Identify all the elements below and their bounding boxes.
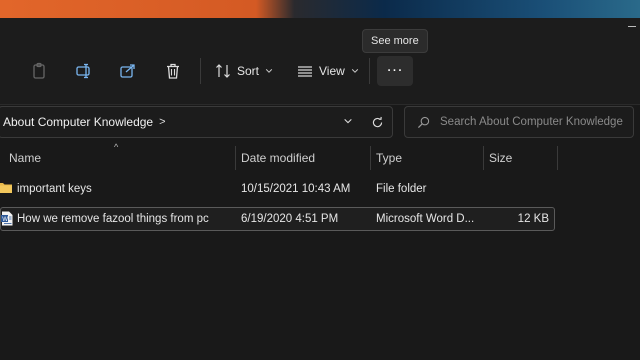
address-bar[interactable]: About Computer Knowledge > [0, 106, 393, 138]
file-name: How we remove fazool things from pc [17, 213, 209, 225]
chevron-down-icon [344, 118, 352, 124]
file-row-important-keys[interactable]: important keys 10/15/2021 10:43 AM File … [0, 178, 553, 200]
column-divider[interactable] [235, 146, 236, 170]
column-header-name[interactable]: Name [9, 146, 41, 170]
file-type: File folder [376, 183, 427, 195]
column-date-label: Date modified [241, 151, 316, 165]
address-history-dropdown[interactable] [340, 113, 356, 129]
column-divider[interactable] [557, 146, 558, 170]
file-explorer-window: Sort View ... See more About Computer Kn… [0, 18, 640, 360]
command-bar: Sort View ... See more [0, 18, 640, 105]
sort-icon [216, 64, 230, 78]
column-divider[interactable] [370, 146, 371, 170]
refresh-button[interactable] [368, 113, 386, 131]
column-header-type[interactable]: Type [376, 146, 402, 170]
sort-ascending-icon: ^ [114, 142, 119, 152]
svg-text:W: W [2, 217, 8, 223]
sort-label: Sort [237, 64, 260, 78]
file-size: 12 KB [517, 213, 549, 225]
word-document-icon: W [1, 211, 13, 226]
minimize-button[interactable] [628, 26, 636, 27]
file-date-modified: 6/19/2020 4:51 PM [241, 213, 339, 225]
column-type-label: Type [376, 151, 403, 165]
toolbar-divider [369, 58, 370, 84]
view-button[interactable]: View [293, 58, 363, 84]
refresh-icon [372, 116, 382, 127]
view-icon [298, 66, 312, 77]
file-date-modified: 10/15/2021 10:43 AM [241, 183, 351, 195]
column-name-label: Name [9, 151, 42, 165]
paste-icon[interactable] [26, 58, 52, 84]
delete-icon[interactable] [160, 58, 186, 84]
column-header-size[interactable]: Size [489, 146, 512, 170]
file-name: important keys [17, 183, 92, 195]
see-more-button[interactable]: ... [377, 56, 413, 86]
search-box[interactable] [404, 106, 634, 138]
toolbar-divider [200, 58, 201, 84]
breadcrumb-separator-icon[interactable]: > [159, 116, 165, 128]
more-dots-icon: ... [386, 58, 404, 75]
chevron-down-icon [351, 69, 358, 73]
column-size-label: Size [489, 151, 513, 165]
file-row-how-we-remove[interactable]: W How we remove fazool things from pc 6/… [0, 207, 555, 231]
sort-button[interactable]: Sort [211, 58, 277, 84]
see-more-tooltip: See more [362, 29, 428, 53]
tooltip-text: See more [371, 35, 419, 47]
search-input[interactable] [440, 116, 633, 128]
column-header-date-modified[interactable]: Date modified [241, 146, 315, 170]
folder-icon [0, 183, 12, 193]
column-header-row: Name ^ Date modified Type Size [0, 142, 560, 170]
share-icon[interactable] [115, 58, 141, 84]
rename-icon[interactable] [71, 58, 97, 84]
view-label: View [319, 64, 345, 78]
search-icon [417, 116, 430, 128]
file-size [487, 178, 549, 200]
file-type: Microsoft Word D... [376, 213, 475, 225]
desktop-wallpaper [0, 0, 640, 18]
breadcrumb-about-computer-knowledge[interactable]: About Computer Knowledge [3, 115, 153, 129]
column-divider[interactable] [483, 146, 484, 170]
chevron-down-icon [265, 69, 273, 73]
